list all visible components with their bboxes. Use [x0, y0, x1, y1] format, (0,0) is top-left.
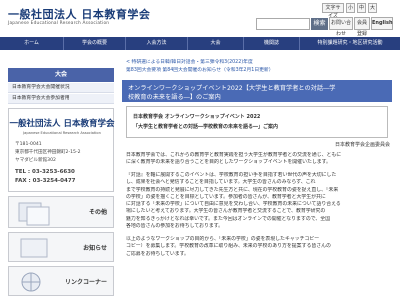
paragraph-line: 日本教育学会では、これからの教育学と教育実践を担う大学生が教育学者との交流を通じ…	[126, 152, 342, 158]
address-street: 東京都千代田区神田錦町2-15-2	[15, 150, 81, 155]
paragraph-intro: 日本教育学会では、これからの教育学と教育実践を担う大学生が教育学者との交流を通じ…	[126, 152, 390, 167]
banner-other-label: その他	[88, 209, 107, 216]
banner-notice[interactable]: お知らせ	[8, 232, 114, 262]
logo-title: 一般社団法人 日本教育学会	[8, 8, 151, 21]
page-title-bar: オンラインワークショップイベント2022【大学生と教育学者との対話―学 校教育の…	[122, 80, 392, 102]
organizer-byline: 日本教育学会企画委員会	[334, 142, 390, 148]
globe-icon	[21, 272, 41, 292]
address-fax: FAX : 03-3254-0477	[15, 178, 76, 184]
banner-other[interactable]: その他	[8, 196, 114, 228]
paragraph-line: に対話する「未来の学校」について自由に意見を交わし合い、学校教育の未来について語…	[126, 201, 341, 208]
sidebar-item-participants[interactable]: 日本教育学会大会参加者用	[8, 94, 114, 104]
nav-journal[interactable]: 機関誌	[244, 37, 300, 50]
paragraph-line: 各地の皆さんの参加をお待ちしております。	[126, 223, 224, 230]
event-heading: 日本教育学会 オンラインワークショップイベント 2022	[133, 114, 261, 120]
paragraph-line: 以上のようなワークショップの目的から、「未来の学校」の姿を表現したキャッチコピー	[126, 236, 320, 242]
logo-subtitle: Japanese Educational Research Associatio…	[8, 21, 110, 26]
paper-icon	[20, 238, 48, 258]
event-info-box: 日本教育学会 オンラインワークショップイベント 2022 「大学生と教育学者との…	[126, 106, 388, 138]
sidebar-header: 大会	[8, 68, 114, 82]
paragraph-line: コピー）を募集します。学校教育の改革に取り組み、未来の学校のあり方を提案する皆さ…	[126, 243, 331, 250]
paragraph-dialogue: 『対話』を軸に展開するこのイベントは、学校教育の担い手を目指す若い世代の声を大切…	[126, 172, 390, 230]
address-subtitle: Japanese Educational Research Associatio…	[23, 131, 101, 135]
paragraph-line: 場にしたいと考えております。大学生の皆さんが教育学者と交流することで、教育学研究…	[126, 208, 326, 215]
paragraph-catchcopy: 以上のようなワークショップの目的から、「未来の学校」の姿を表現したキャッチコピー…	[126, 236, 390, 258]
english-button[interactable]: English	[371, 17, 393, 30]
event-subheading: 「大学生と教育学者との対話―学校教育の未来を語る―」ご案内	[133, 124, 278, 130]
site-header: 一般社団法人 日本教育学会 Japanese Educational Resea…	[0, 0, 400, 37]
font-size-controls: 文字サイズ 小 中 大	[322, 3, 392, 19]
nav-conference[interactable]: 大会	[188, 37, 244, 50]
page-title-line2: 校教育の未来を語る―】のご案内	[128, 94, 221, 101]
news-link-1[interactable]: < 特研選による日韓/韓日対話会・第三弾令和3(2022)年度	[126, 58, 253, 65]
nav-home[interactable]: ホーム	[0, 37, 64, 50]
nav-about[interactable]: 学会の概要	[64, 37, 126, 50]
paragraph-line: まで学校教育の持続と発展に尽力してきた先生方と共に、現在の学校教育の姿を捉え直し…	[126, 186, 339, 193]
paragraph-line: 『対話』を軸に展開するこのイベントは、学校教育の担い手を目指す若い世代の声を大切…	[126, 172, 337, 178]
address-postal: 〒181-0041	[15, 142, 42, 147]
search-button[interactable]: 検索	[311, 18, 328, 30]
paragraph-line: ご応募をお待ちしています。	[126, 250, 189, 257]
page-title-line1: オンラインワークショップイベント2022【大学生と教育学者との対話―学	[128, 85, 336, 92]
paragraph-line: し、成果を社会へと発信することを目指しています。大学生の皆さんのみならず、これ	[126, 179, 316, 186]
document-icon	[18, 202, 50, 226]
font-medium-button[interactable]: 中	[357, 3, 366, 13]
address-box: 一般社団法人 日本教育学会 Japanese Educational Resea…	[8, 108, 114, 192]
banner-links[interactable]: リンクコーナー	[8, 266, 114, 296]
site-logo[interactable]: 一般社団法人 日本教育学会 Japanese Educational Resea…	[8, 6, 151, 30]
banner-links-label: リンクコーナー	[64, 279, 107, 286]
font-size-label: 文字サイズ	[322, 3, 344, 19]
sidebar-item-status[interactable]: 日本教育学会大会開催状況	[8, 83, 114, 93]
banner-notice-label: お知らせ	[83, 245, 107, 252]
address-title: 一般社団法人 日本教育学会	[9, 119, 115, 129]
font-small-button[interactable]: 小	[346, 3, 355, 13]
font-large-button[interactable]: 大	[368, 3, 377, 13]
paragraph-line: 魅力を知るきっかけとなれば幸いです。また今回はオンラインでの開催となりますので、…	[126, 215, 331, 222]
register-button[interactable]: 会員登録	[354, 17, 370, 37]
address-tel: TEL : 03-3253-6630	[15, 169, 75, 175]
main-nav: ホーム 学会の概要 入会方法 大会 機関誌 特別課題研究・地区研究活動	[0, 37, 400, 50]
nav-research[interactable]: 特別課題研究・地区研究活動	[300, 37, 400, 50]
nav-join[interactable]: 入会方法	[126, 37, 188, 50]
search-input[interactable]	[256, 18, 310, 30]
news-link-2[interactable]: 第83回大会要項 第84回大会開催のお知らせ（令和3年2月1日更新）	[126, 66, 274, 73]
contact-button[interactable]: お問い合わせ	[329, 17, 353, 37]
paragraph-line: の学校」の姿を描くことを目標としています。参加者の皆さんが、教育学者と大学生が共…	[126, 193, 326, 200]
address-building: ヤマダビル新館302	[15, 158, 56, 163]
paragraph-line: に深く教育学の未来を語り合うことを目的としたワークショップイベントを開催いたしま…	[126, 159, 331, 166]
